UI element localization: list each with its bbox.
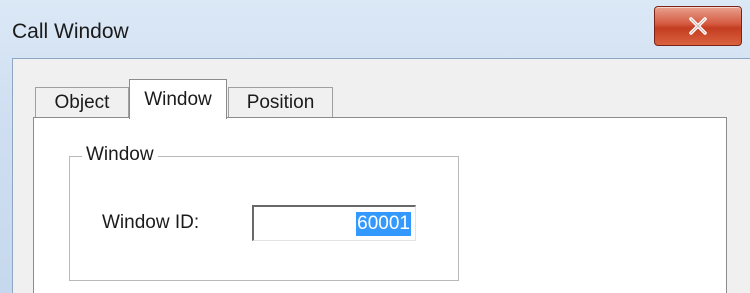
window-tab-panel: Window Window ID: 60001	[33, 117, 727, 293]
dialog-client-area: Object Window Position Window Window ID:…	[12, 58, 750, 293]
tab-object-label: Object	[54, 91, 110, 113]
dialog-title: Call Window	[12, 20, 129, 43]
tab-window-label: Window	[144, 88, 212, 110]
tab-window[interactable]: Window	[129, 79, 227, 119]
window-id-input[interactable]: 60001	[252, 205, 416, 241]
close-button[interactable]	[654, 6, 742, 46]
tab-position[interactable]: Position	[228, 87, 333, 117]
title-bar[interactable]: Call Window	[0, 0, 750, 58]
close-icon	[689, 17, 707, 35]
tab-object[interactable]: Object	[35, 87, 129, 117]
groupbox-legend: Window	[82, 144, 158, 166]
window-groupbox: Window Window ID: 60001	[69, 144, 459, 281]
call-window-dialog: Call Window Object Window Position Windo…	[0, 0, 750, 293]
window-id-label: Window ID:	[102, 212, 200, 233]
tab-position-label: Position	[246, 91, 315, 113]
window-id-value: 60001	[356, 211, 411, 236]
